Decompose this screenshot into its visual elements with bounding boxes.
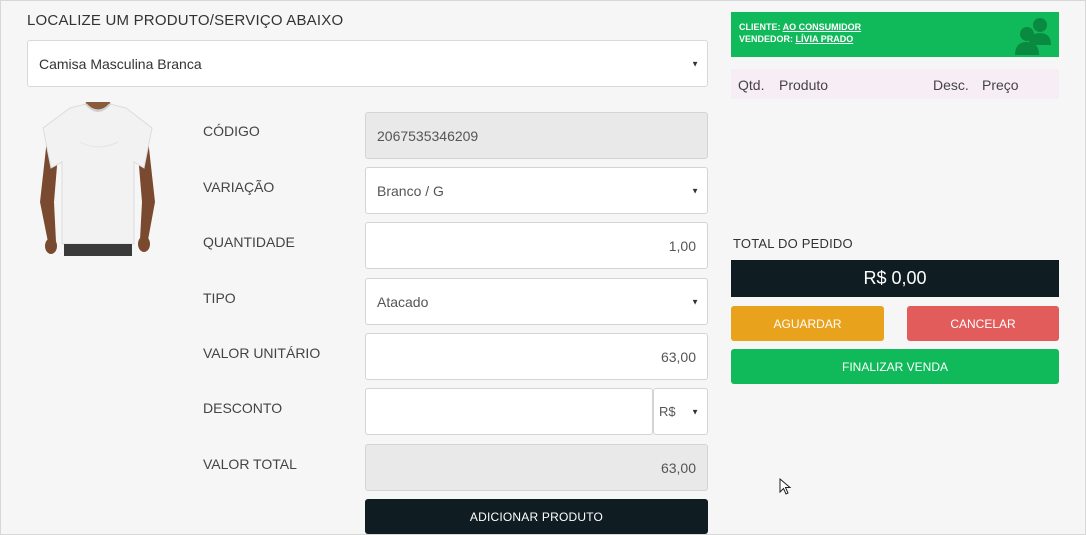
caret-down-icon: ▼ [691, 59, 699, 68]
tipo-select[interactable]: Atacado ▼ [365, 278, 708, 325]
product-search-select[interactable]: Camisa Masculina Branca ▼ [27, 40, 708, 87]
variacao-value: Branco / G [377, 182, 444, 199]
finish-sale-button[interactable]: FINALIZAR VENDA [731, 349, 1059, 384]
valor-total-field: 63,00 [365, 444, 708, 491]
caret-down-icon: ▼ [691, 407, 699, 416]
variacao-select[interactable]: Branco / G ▼ [365, 167, 708, 214]
quantidade-label: QUANTIDADE [203, 234, 295, 250]
seller-line: VENDEDOR: LÍVIA PRADO [739, 33, 1051, 45]
col-preco: Preço [982, 77, 1019, 93]
users-icon[interactable] [1013, 15, 1053, 55]
client-info-box: CLIENTE: AO CONSUMIDOR VENDEDOR: LÍVIA P… [731, 12, 1059, 57]
client-link[interactable]: AO CONSUMIDOR [783, 22, 862, 32]
desconto-currency-select[interactable]: R$ ▼ [653, 388, 708, 435]
cart-table-header: Qtd. Produto Desc. Preço [731, 69, 1059, 99]
tipo-value: Atacado [377, 293, 429, 310]
client-line: CLIENTE: AO CONSUMIDOR [739, 21, 1051, 33]
seller-label: VENDEDOR: [739, 34, 794, 44]
quantidade-input[interactable]: 1,00 [365, 222, 708, 269]
valor-unitario-label: VALOR UNITÁRIO [203, 345, 321, 361]
cancel-button[interactable]: CANCELAR [907, 306, 1059, 341]
order-total-label: TOTAL DO PEDIDO [733, 236, 853, 251]
codigo-value: 2067535346209 [377, 127, 479, 144]
col-produto: Produto [779, 77, 829, 93]
valor-unitario-value: 63,00 [660, 348, 696, 365]
valor-total-value: 63,00 [660, 459, 696, 476]
desconto-currency-value: R$ [659, 404, 676, 419]
quantidade-value: 1,00 [668, 237, 696, 254]
add-product-button[interactable]: ADICIONAR PRODUTO [365, 499, 708, 534]
col-desc: Desc. [933, 77, 969, 93]
codigo-label: CÓDIGO [203, 123, 260, 139]
variacao-label: VARIAÇÃO [203, 179, 275, 195]
wait-button[interactable]: AGUARDAR [731, 306, 884, 341]
section-title: LOCALIZE UM PRODUTO/SERVIÇO ABAIXO [27, 12, 344, 29]
valor-total-label: VALOR TOTAL [203, 456, 297, 472]
caret-down-icon: ▼ [691, 297, 699, 306]
mouse-pointer-icon [779, 478, 792, 495]
client-label: CLIENTE: [739, 22, 781, 32]
codigo-field: 2067535346209 [365, 112, 708, 159]
caret-down-icon: ▼ [691, 186, 699, 195]
seller-link[interactable]: LÍVIA PRADO [796, 34, 854, 44]
product-image [40, 102, 155, 256]
desconto-input[interactable] [365, 388, 653, 435]
order-total-value: R$ 0,00 [731, 260, 1059, 297]
tipo-label: TIPO [203, 290, 236, 306]
desconto-label: DESCONTO [203, 400, 283, 416]
valor-unitario-input[interactable]: 63,00 [365, 333, 708, 380]
col-qtd: Qtd. [738, 77, 765, 93]
product-search-value: Camisa Masculina Branca [39, 55, 202, 72]
